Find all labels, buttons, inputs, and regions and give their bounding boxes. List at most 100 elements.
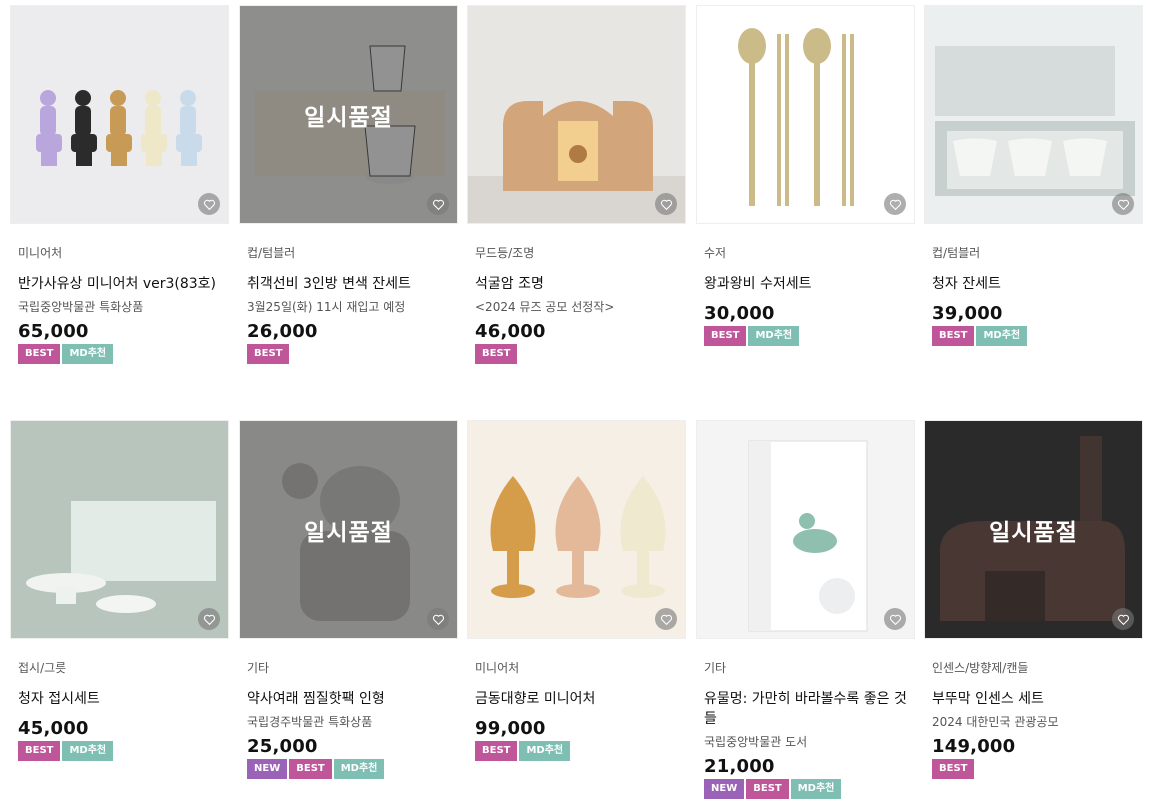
product-thumbnail[interactable] bbox=[696, 5, 915, 224]
product-card[interactable]: 일시품절인센스/방향제/캔들부뚜막 인센스 세트 2024 대한민국 관광공모 14… bbox=[924, 420, 1143, 779]
badge-md: MD추천 bbox=[333, 759, 385, 779]
badge-group: BEST MD추천 bbox=[18, 741, 229, 761]
product-thumbnail[interactable] bbox=[467, 5, 686, 224]
spoon-chopsticks-image bbox=[697, 6, 914, 223]
book-image bbox=[697, 421, 914, 638]
badge-best: BEST bbox=[704, 326, 747, 346]
product-subtitle: 국립경주박물관 특화상품 bbox=[247, 715, 373, 729]
product-price: 26,000 bbox=[247, 321, 318, 342]
product-thumbnail[interactable]: 일시품절 bbox=[239, 420, 458, 639]
badge-md: MD추천 bbox=[519, 741, 571, 761]
wishlist-heart-icon[interactable] bbox=[884, 608, 906, 630]
badge-new: NEW bbox=[247, 759, 288, 779]
product-name[interactable]: 유물멍: 가만히 바라볼수록 좋은 것들 bbox=[704, 689, 909, 729]
product-thumbnail[interactable] bbox=[10, 5, 229, 224]
badge-group: NEW BEST MD추천 bbox=[247, 759, 458, 779]
pensive-bodhisattva-figurines-image bbox=[11, 6, 228, 223]
wishlist-heart-icon[interactable] bbox=[427, 608, 449, 630]
product-category: 미니어처 bbox=[475, 661, 520, 675]
badge-group: BEST MD추천 bbox=[932, 326, 1143, 346]
product-name[interactable]: 취객선비 3인방 변색 잔세트 bbox=[247, 274, 452, 294]
product-price: 21,000 bbox=[704, 756, 775, 777]
product-name[interactable]: 왕과왕비 수저세트 bbox=[704, 274, 909, 294]
badge-best: BEST bbox=[932, 759, 975, 779]
badge-best: BEST bbox=[18, 741, 61, 761]
product-card[interactable]: 미니어처반가사유상 미니어처 ver3(83호) 국립중앙박물관 특화상품 65,0… bbox=[10, 5, 229, 364]
badge-md: MD추천 bbox=[790, 779, 842, 799]
product-card[interactable]: 컵/텀블러청자 잔세트 39,000 BEST MD추천 bbox=[924, 5, 1143, 346]
product-category: 인센스/방향제/캔들 bbox=[932, 661, 1029, 675]
wishlist-heart-icon[interactable] bbox=[1112, 608, 1134, 630]
product-price: 45,000 bbox=[18, 718, 89, 739]
soldout-overlay: 일시품절 bbox=[240, 421, 457, 638]
wishlist-heart-icon[interactable] bbox=[884, 193, 906, 215]
celadon-cup-set-image bbox=[925, 6, 1142, 223]
product-thumbnail[interactable]: 일시품절 bbox=[924, 420, 1143, 639]
product-thumbnail[interactable] bbox=[924, 5, 1143, 224]
badge-best: BEST bbox=[932, 326, 975, 346]
product-category: 무드등/조명 bbox=[475, 246, 535, 260]
product-category: 접시/그릇 bbox=[18, 661, 67, 675]
badge-group: NEW BEST MD추천 bbox=[704, 779, 915, 799]
product-card[interactable]: 수저왕과왕비 수저세트 30,000 BEST MD추천 bbox=[696, 5, 915, 346]
product-name[interactable]: 반가사유상 미니어처 ver3(83호) bbox=[18, 274, 223, 294]
product-subtitle: <2024 뮤즈 공모 선정작> bbox=[475, 300, 615, 314]
product-thumbnail[interactable] bbox=[10, 420, 229, 639]
celadon-plate-set-image bbox=[11, 421, 228, 638]
product-category: 수저 bbox=[704, 246, 727, 260]
product-category: 컵/텀블러 bbox=[247, 246, 296, 260]
badge-new: NEW bbox=[704, 779, 745, 799]
badge-group: BEST MD추천 bbox=[18, 344, 229, 364]
badge-best: BEST bbox=[475, 741, 518, 761]
product-category: 기타 bbox=[247, 661, 270, 675]
badge-group: BEST bbox=[475, 344, 686, 364]
product-thumbnail[interactable] bbox=[467, 420, 686, 639]
soldout-overlay: 일시품절 bbox=[925, 421, 1142, 638]
product-category: 미니어처 bbox=[18, 246, 63, 260]
badge-md: MD추천 bbox=[748, 326, 800, 346]
product-category: 컵/텀블러 bbox=[932, 246, 981, 260]
product-price: 30,000 bbox=[704, 303, 775, 324]
product-price: 46,000 bbox=[475, 321, 546, 342]
product-name[interactable]: 부뚜막 인센스 세트 bbox=[932, 689, 1137, 709]
product-card[interactable]: 접시/그릇청자 접시세트 45,000 BEST MD추천 bbox=[10, 420, 229, 761]
product-card[interactable]: 기타유물멍: 가만히 바라볼수록 좋은 것들국립중앙박물관 도서 21,000 NE… bbox=[696, 420, 915, 799]
product-name[interactable]: 청자 잔세트 bbox=[932, 274, 1137, 294]
product-name[interactable]: 금동대향로 미니어처 bbox=[475, 689, 680, 709]
badge-md: MD추천 bbox=[62, 741, 114, 761]
product-card[interactable]: 일시품절기타약사여래 찜질핫팩 인형국립경주박물관 특화상품 25,000 NEW B… bbox=[239, 420, 458, 779]
product-subtitle: 국립중앙박물관 특화상품 bbox=[18, 300, 144, 314]
product-subtitle: 2024 대한민국 관광공모 bbox=[932, 715, 1059, 729]
product-price: 65,000 bbox=[18, 321, 89, 342]
badge-best: BEST bbox=[247, 344, 290, 364]
product-thumbnail[interactable]: 일시품절 bbox=[239, 5, 458, 224]
badge-group: BEST MD추천 bbox=[704, 326, 915, 346]
product-subtitle: 국립중앙박물관 도서 bbox=[704, 735, 808, 749]
seokguram-lamp-image bbox=[468, 6, 685, 223]
badge-best: BEST bbox=[18, 344, 61, 364]
product-card[interactable]: 무드등/조명석굴암 조명 <2024 뮤즈 공모 선정작> 46,000 BEST bbox=[467, 5, 686, 364]
product-price: 25,000 bbox=[247, 736, 318, 757]
badge-group: BEST MD추천 bbox=[475, 741, 686, 761]
product-name[interactable]: 약사여래 찜질핫팩 인형 bbox=[247, 689, 452, 709]
wishlist-heart-icon[interactable] bbox=[198, 193, 220, 215]
wishlist-heart-icon[interactable] bbox=[427, 193, 449, 215]
product-price: 99,000 bbox=[475, 718, 546, 739]
wishlist-heart-icon[interactable] bbox=[1112, 193, 1134, 215]
badge-best: BEST bbox=[746, 779, 789, 799]
product-price: 149,000 bbox=[932, 736, 1016, 757]
product-name[interactable]: 청자 접시세트 bbox=[18, 689, 223, 709]
wishlist-heart-icon[interactable] bbox=[655, 193, 677, 215]
wishlist-heart-icon[interactable] bbox=[655, 608, 677, 630]
wishlist-heart-icon[interactable] bbox=[198, 608, 220, 630]
badge-group: BEST bbox=[932, 759, 1143, 779]
product-thumbnail[interactable] bbox=[696, 420, 915, 639]
product-card[interactable]: 미니어처금동대향로 미니어처 99,000 BEST MD추천 bbox=[467, 420, 686, 761]
product-subtitle: 3월25일(화) 11시 재입고 예정 bbox=[247, 300, 406, 314]
badge-md: MD추천 bbox=[976, 326, 1028, 346]
badge-best: BEST bbox=[289, 759, 332, 779]
product-category: 기타 bbox=[704, 661, 727, 675]
product-card[interactable]: 일시품절컵/텀블러취객선비 3인방 변색 잔세트 3월25일(화) 11시 재입고… bbox=[239, 5, 458, 364]
product-name[interactable]: 석굴암 조명 bbox=[475, 274, 680, 294]
product-price: 39,000 bbox=[932, 303, 1003, 324]
